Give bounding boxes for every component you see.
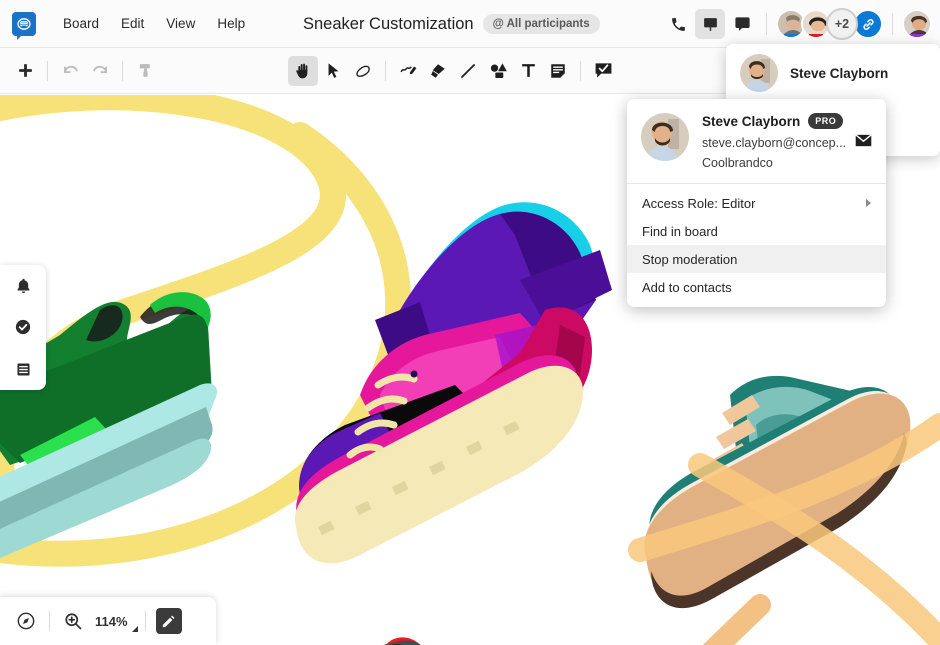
sneaker-purple-magenta	[294, 202, 612, 564]
tool-shapes[interactable]	[483, 56, 513, 86]
tool-select[interactable]	[318, 56, 348, 86]
whiteboard-app: Board Edit View Help Sneaker Customizati…	[0, 0, 940, 645]
menu-find-in-board-label: Find in board	[642, 223, 718, 239]
menu-items: Board Edit View Help	[52, 11, 256, 36]
all-participants-chip[interactable]: @ All participants	[482, 14, 600, 34]
avatar	[740, 54, 778, 92]
menu-bar: Board Edit View Help Sneaker Customizati…	[0, 0, 940, 48]
user-card-info: Steve Clayborn PRO steve.clayborn@concep…	[702, 113, 872, 170]
user-context-menu: Access Role: Editor Find in board Stop m…	[627, 184, 886, 307]
participant-avatars[interactable]: +2	[776, 8, 883, 40]
user-email-row: steve.clayborn@concep...	[702, 134, 872, 152]
undo-button[interactable]	[55, 56, 85, 86]
tool-sticky-note[interactable]	[543, 56, 573, 86]
rail-tasks[interactable]	[8, 312, 38, 342]
menu-edit[interactable]: Edit	[110, 11, 155, 36]
top-right-controls: +2	[663, 0, 932, 48]
user-name-line: Steve Clayborn PRO	[702, 113, 872, 129]
app-logo-icon[interactable]	[12, 11, 36, 40]
phone-icon[interactable]	[663, 9, 693, 39]
menu-board[interactable]: Board	[52, 11, 110, 36]
avatar-self[interactable]	[902, 9, 932, 39]
menu-add-to-contacts[interactable]: Add to contacts	[627, 273, 886, 301]
navigator-compass-icon[interactable]	[10, 605, 42, 637]
zoom-in-button[interactable]	[57, 605, 89, 637]
left-rail	[0, 265, 46, 390]
rail-notifications[interactable]	[8, 271, 38, 301]
menu-help[interactable]: Help	[206, 11, 256, 36]
tool-text[interactable]	[513, 56, 543, 86]
tool-eraser[interactable]	[348, 56, 378, 86]
avatar	[641, 113, 689, 161]
toolbar-divider-2	[892, 13, 893, 35]
menu-find-in-board[interactable]: Find in board	[627, 217, 886, 245]
divider-4	[580, 60, 581, 81]
edit-mode-button[interactable]	[153, 605, 185, 637]
user-email: steve.clayborn@concep...	[702, 136, 847, 150]
menu-stop-moderation-label: Stop moderation	[642, 251, 738, 267]
user-name: Steve Clayborn	[702, 113, 801, 129]
divider-2	[122, 60, 123, 81]
tool-pen[interactable]	[393, 56, 423, 86]
divider-2	[144, 611, 146, 631]
user-company: Coolbrandco	[702, 156, 773, 170]
chevron-right-icon	[866, 199, 871, 207]
divider	[47, 60, 48, 81]
rail-board-list[interactable]	[8, 354, 38, 384]
redo-button[interactable]	[85, 56, 115, 86]
tool-line[interactable]	[453, 56, 483, 86]
toolbar-divider	[766, 13, 767, 35]
user-context-card: Steve Clayborn PRO steve.clayborn@concep…	[627, 99, 886, 307]
tool-hand[interactable]	[288, 55, 318, 86]
menu-access-role[interactable]: Access Role: Editor	[627, 189, 886, 217]
presentation-icon[interactable]	[695, 9, 725, 39]
pencil-edit-icon	[155, 608, 182, 634]
sneaker-dark-gray	[383, 637, 421, 645]
participant-row[interactable]: Steve Clayborn	[726, 44, 940, 102]
board-title[interactable]: Sneaker Customization	[303, 15, 474, 34]
menu-access-role-label: Access Role: Editor	[642, 195, 756, 211]
add-button[interactable]	[10, 56, 40, 86]
menu-stop-moderation[interactable]: Stop moderation	[627, 245, 886, 273]
pro-badge: PRO	[808, 113, 844, 129]
avatar-status-underline	[910, 34, 924, 37]
divider	[49, 611, 50, 631]
chat-icon[interactable]	[727, 9, 757, 39]
user-card-header: Steve Clayborn PRO steve.clayborn@concep…	[627, 99, 886, 183]
avatar-overflow-count[interactable]: +2	[826, 8, 858, 40]
board-title-area: Sneaker Customization @ All participants	[303, 0, 600, 48]
sneaker-black-red	[702, 594, 771, 645]
divider-3	[385, 60, 386, 81]
tool-comment[interactable]	[588, 56, 618, 86]
menu-add-to-contacts-label: Add to contacts	[642, 279, 732, 295]
sneaker-teal	[628, 375, 940, 645]
envelope-icon[interactable]	[855, 134, 872, 152]
tool-highlighter[interactable]	[423, 56, 453, 86]
avatar-status-underline	[809, 34, 823, 37]
zoom-level-dropdown[interactable]: 114%	[89, 610, 138, 633]
avatar-status-underline	[784, 34, 798, 37]
format-painter-button[interactable]	[130, 56, 160, 86]
participant-name: Steve Clayborn	[790, 65, 889, 81]
bottom-bar: 114%	[0, 597, 216, 645]
menu-view[interactable]: View	[155, 11, 206, 36]
